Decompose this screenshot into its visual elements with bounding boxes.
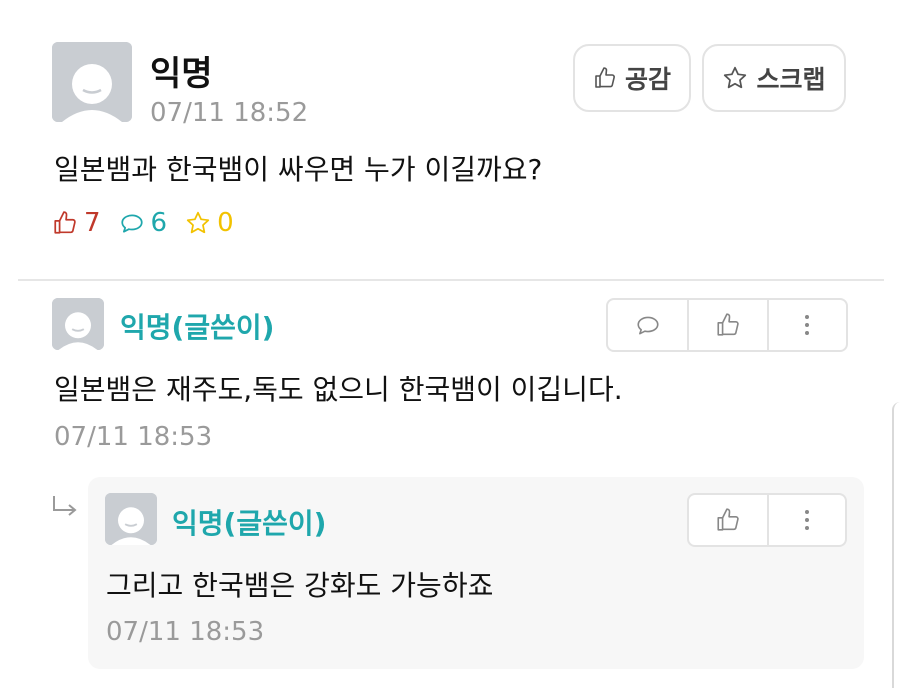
comment-author-name: 익명(글쓴이): [120, 311, 275, 344]
thumbs-up-icon: [54, 211, 76, 234]
comment-body: 일본뱀은 재주도,독도 없으니 한국뱀이 이깁니다.: [54, 373, 623, 406]
reply-like-button[interactable]: [689, 495, 767, 545]
reply-actions: [687, 493, 847, 547]
like-count: 7: [52, 208, 101, 238]
post-author-avatar: [52, 42, 132, 122]
post-stats: 7 6 0: [52, 208, 252, 238]
star-icon: [186, 211, 210, 234]
scrollbar[interactable]: [892, 402, 900, 688]
like-button-label: 공감: [624, 65, 671, 94]
scrap-button[interactable]: 스크랩: [702, 44, 846, 112]
reply-author-name: 익명(글쓴이): [172, 507, 327, 540]
reply-timestamp: 07/11 18:53: [106, 617, 265, 647]
reply-more-button[interactable]: [766, 495, 845, 545]
more-vertical-icon: [805, 315, 810, 335]
comment-like-button[interactable]: [687, 300, 766, 350]
comment-icon: [637, 316, 659, 335]
thumbs-up-icon: [717, 313, 739, 336]
comment-count: 6: [119, 208, 168, 238]
star-icon: [724, 66, 747, 89]
post-body: 일본뱀과 한국뱀이 싸우면 누가 이길까요?: [54, 153, 543, 186]
like-count-value: 7: [84, 208, 101, 238]
anonymous-avatar-icon: [52, 298, 104, 350]
scrap-count-value: 0: [217, 208, 234, 238]
anonymous-avatar-icon: [105, 493, 157, 545]
scrap-count: 0: [185, 208, 234, 238]
thumbs-up-icon: [595, 67, 615, 88]
anonymous-avatar-icon: [52, 42, 132, 122]
post-timestamp: 07/11 18:52: [150, 98, 309, 128]
like-button[interactable]: 공감: [573, 44, 691, 112]
comment-more-button[interactable]: [766, 300, 846, 350]
reply-arrow-icon: [50, 494, 80, 524]
comment-actions: [606, 298, 848, 352]
reply-body: 그리고 한국뱀은 강화도 가능하죠: [106, 569, 494, 602]
comment-count-value: 6: [150, 208, 168, 238]
scrap-button-label: 스크랩: [756, 65, 826, 94]
post-author-name: 익명: [150, 54, 213, 94]
comment-timestamp: 07/11 18:53: [54, 422, 213, 452]
section-divider: [18, 279, 884, 281]
reply-author-avatar: [105, 493, 157, 545]
thumbs-up-icon: [717, 508, 739, 531]
reply-button[interactable]: [608, 300, 687, 350]
comment-author-avatar: [52, 298, 104, 350]
comment-icon: [120, 214, 143, 233]
more-vertical-icon: [804, 510, 809, 530]
